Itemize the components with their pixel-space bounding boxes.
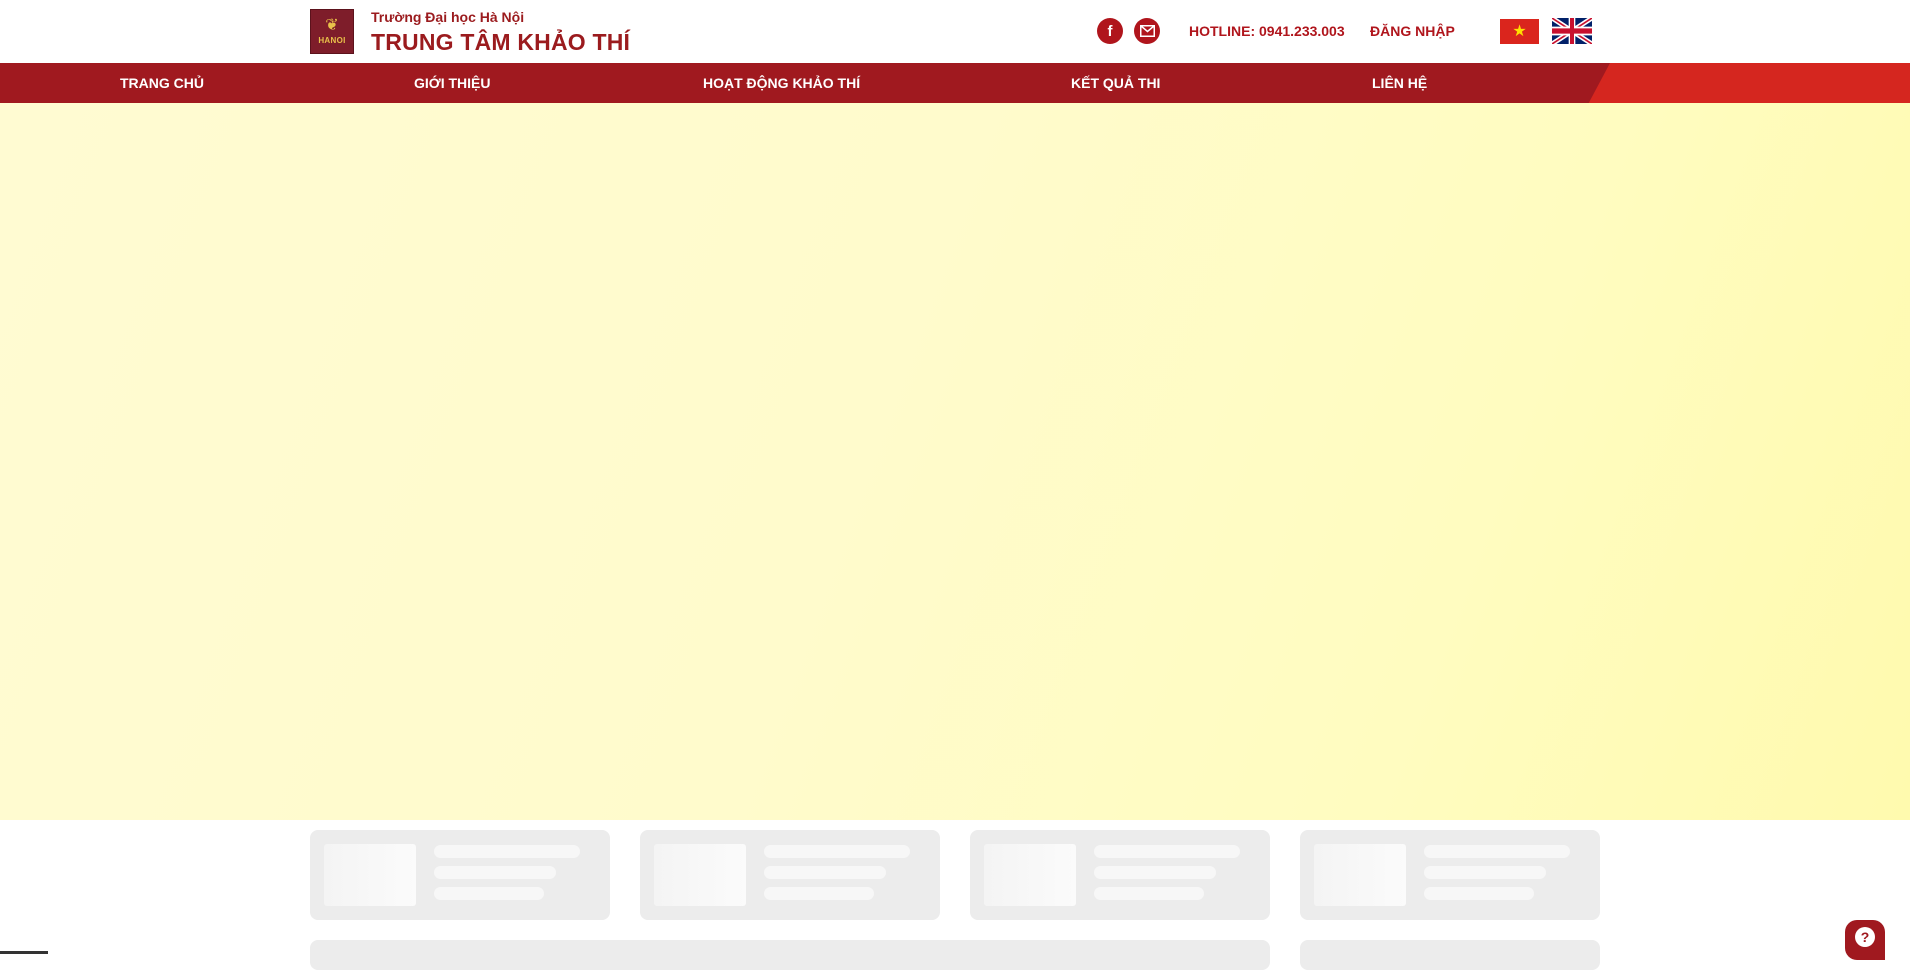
envelope-icon [1139, 25, 1155, 37]
nav-home[interactable]: TRANG CHỦ [120, 63, 204, 103]
skeleton-line [764, 866, 886, 879]
skeleton-thumbnail [654, 844, 746, 906]
skeleton-line [434, 887, 544, 900]
skeleton-block [1300, 940, 1600, 970]
skeleton-card [640, 830, 940, 920]
university-name[interactable]: Trường Đại học Hà Nội [371, 9, 524, 25]
nav-exam-results[interactable]: KẾT QUẢ THI [1071, 63, 1160, 103]
nav-about[interactable]: GIỚI THIỆU [414, 63, 491, 103]
skeleton-line [1094, 887, 1204, 900]
star-icon: ★ [1512, 22, 1527, 40]
skeleton-thumbnail [1314, 844, 1406, 906]
university-logo[interactable]: ❦ HANOI [310, 9, 354, 54]
skeleton-thumbnail [984, 844, 1076, 906]
vietnamese-flag-icon[interactable]: ★ [1500, 19, 1539, 44]
skeleton-card [310, 830, 610, 920]
facebook-glyph: f [1107, 22, 1113, 40]
skeleton-card [1300, 830, 1600, 920]
site-header: ❦ HANOI Trường Đại học Hà Nội TRUNG TÂM … [0, 0, 1910, 63]
login-link[interactable]: ĐĂNG NHẬP [1370, 23, 1455, 39]
skeleton-thumbnail [324, 844, 416, 906]
facebook-icon[interactable]: f [1097, 18, 1123, 44]
skeleton-line [1094, 866, 1216, 879]
skeleton-line [1424, 887, 1534, 900]
skeleton-line [434, 866, 556, 879]
skeleton-line [1424, 845, 1570, 858]
mail-icon[interactable] [1134, 18, 1160, 44]
nav-exam-activities[interactable]: HOẠT ĐỘNG KHẢO THÍ [703, 63, 860, 103]
navbar-accent-stripe [1588, 63, 1910, 103]
logo-text: HANOI [318, 36, 346, 45]
skeleton-line [1094, 845, 1240, 858]
skeleton-card [970, 830, 1270, 920]
site-title[interactable]: TRUNG TÂM KHẢO THÍ [371, 29, 630, 56]
main-navbar: TRANG CHỦ GIỚI THIỆU HOẠT ĐỘNG KHẢO THÍ … [0, 63, 1910, 103]
emblem-icon: ❦ [325, 17, 339, 34]
question-icon: ? [1855, 927, 1875, 947]
help-chat-button[interactable]: ? [1845, 920, 1885, 960]
skeleton-line [764, 845, 910, 858]
skeleton-block [310, 940, 1270, 970]
english-flag-icon[interactable] [1552, 18, 1592, 44]
hero-banner-placeholder [0, 103, 1910, 820]
hotline-text: HOTLINE: 0941.233.003 [1189, 23, 1345, 39]
nav-contact[interactable]: LIÊN HỆ [1372, 63, 1427, 103]
skeleton-line [1424, 866, 1546, 879]
skeleton-line [764, 887, 874, 900]
skeleton-line [434, 845, 580, 858]
